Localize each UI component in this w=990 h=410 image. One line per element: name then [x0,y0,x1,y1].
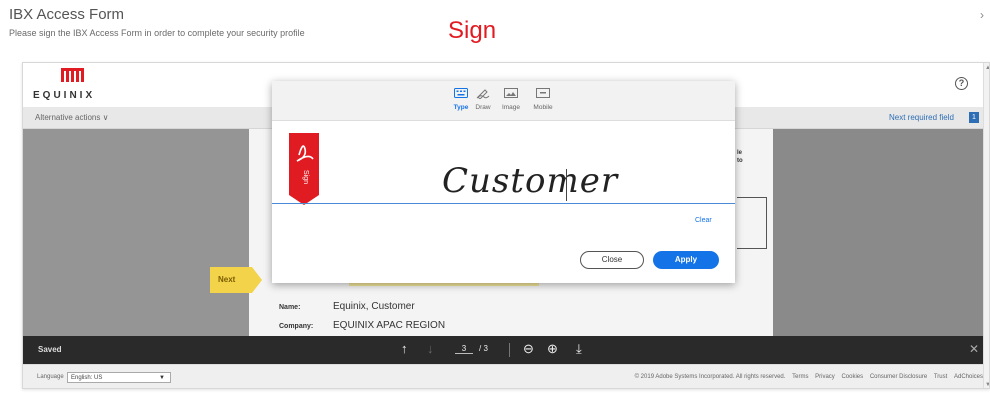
consumer-disclosure-link[interactable]: Consumer Disclosure [870,374,927,380]
form-title: IBX Access Form [9,6,125,23]
document-side-text: le to [737,150,743,164]
next-page-icon[interactable]: ↓ [427,341,434,356]
language-select[interactable]: English: US ▼ [67,372,171,383]
page: IBX Access Form Please sign the IBX Acce… [0,0,990,410]
equinix-logo-mark [61,68,84,82]
alternative-actions-menu[interactable]: Alternative actions ∨ [35,113,108,122]
company-value: EQUINIX APAC REGION [333,320,446,331]
company-label: Company: [279,323,314,330]
text-cursor [566,169,567,201]
previous-page-icon[interactable]: ↑ [401,341,408,356]
tab-mobile-label: Mobile [533,104,553,111]
signature-tabs: Type Draw Image Mobile [272,81,735,121]
form-subtitle: Please sign the IBX Access Form in order… [9,28,305,38]
footer-links: © 2019 Adobe Systems Incorporated. All r… [630,374,983,380]
zoom-out-icon[interactable]: ⊖ [523,341,534,357]
scrollbar[interactable]: ▲ ▼ [983,63,989,388]
close-button[interactable]: Close [580,251,644,269]
image-icon [494,86,528,102]
signature-line [272,203,735,204]
signature-dialog: Type Draw Image Mobile Sign Customer Cle… [272,81,735,283]
sign-annotation: Sign [448,17,497,44]
help-icon[interactable]: ? [955,77,968,90]
tab-mobile[interactable]: Mobile [526,86,560,111]
language-value: English: US [71,375,103,381]
page-total: / 3 [479,344,488,353]
clear-link[interactable]: Clear [695,217,712,224]
viewer-footer: Language English: US ▼ © 2019 Adobe Syst… [23,364,983,388]
name-value: Equinix, Customer [333,301,415,312]
viewer-toolbar: Saved ↑ ↓ 3 / 3 ⊖ ⊕ ⤓ ✕ [23,336,983,364]
privacy-link[interactable]: Privacy [815,374,835,380]
typed-signature[interactable]: Customer [442,161,618,201]
adobe-sign-tag-icon: Sign [289,133,319,205]
chevron-down-icon: ▼ [159,375,165,381]
toolbar-divider [509,343,510,357]
toolbar-close-icon[interactable]: ✕ [969,342,979,356]
apply-button[interactable]: Apply [653,251,719,269]
language-label: Language [37,374,64,380]
next-field-tag[interactable]: Next [210,267,262,293]
copyright-text: © 2019 Adobe Systems Incorporated. All r… [634,374,786,380]
cookies-link[interactable]: Cookies [841,374,863,380]
trust-link[interactable]: Trust [934,374,947,380]
scroll-down-icon[interactable]: ▼ [985,382,989,388]
close-panel-icon[interactable]: › [980,8,984,22]
adchoices-link[interactable]: AdChoices [954,374,983,380]
scroll-up-icon[interactable]: ▲ [985,65,989,71]
saved-status: Saved [38,345,62,354]
tab-image-label: Image [501,104,521,111]
zoom-in-icon[interactable]: ⊕ [547,341,558,357]
next-required-field-link[interactable]: Next required field [889,113,954,122]
sign-tag-text: Sign [302,170,309,184]
document-left-gutter [23,129,249,336]
download-icon[interactable]: ⤓ [576,341,582,357]
terms-link[interactable]: Terms [792,374,808,380]
equinix-logo-text: EQUINIX [33,90,96,101]
tab-image[interactable]: Image [494,86,528,111]
next-required-field-badge[interactable]: 1 [969,112,979,123]
page-number-input[interactable]: 3 [455,344,473,354]
name-label: Name: [279,304,301,311]
document-box [737,197,767,249]
mobile-icon [526,86,560,102]
